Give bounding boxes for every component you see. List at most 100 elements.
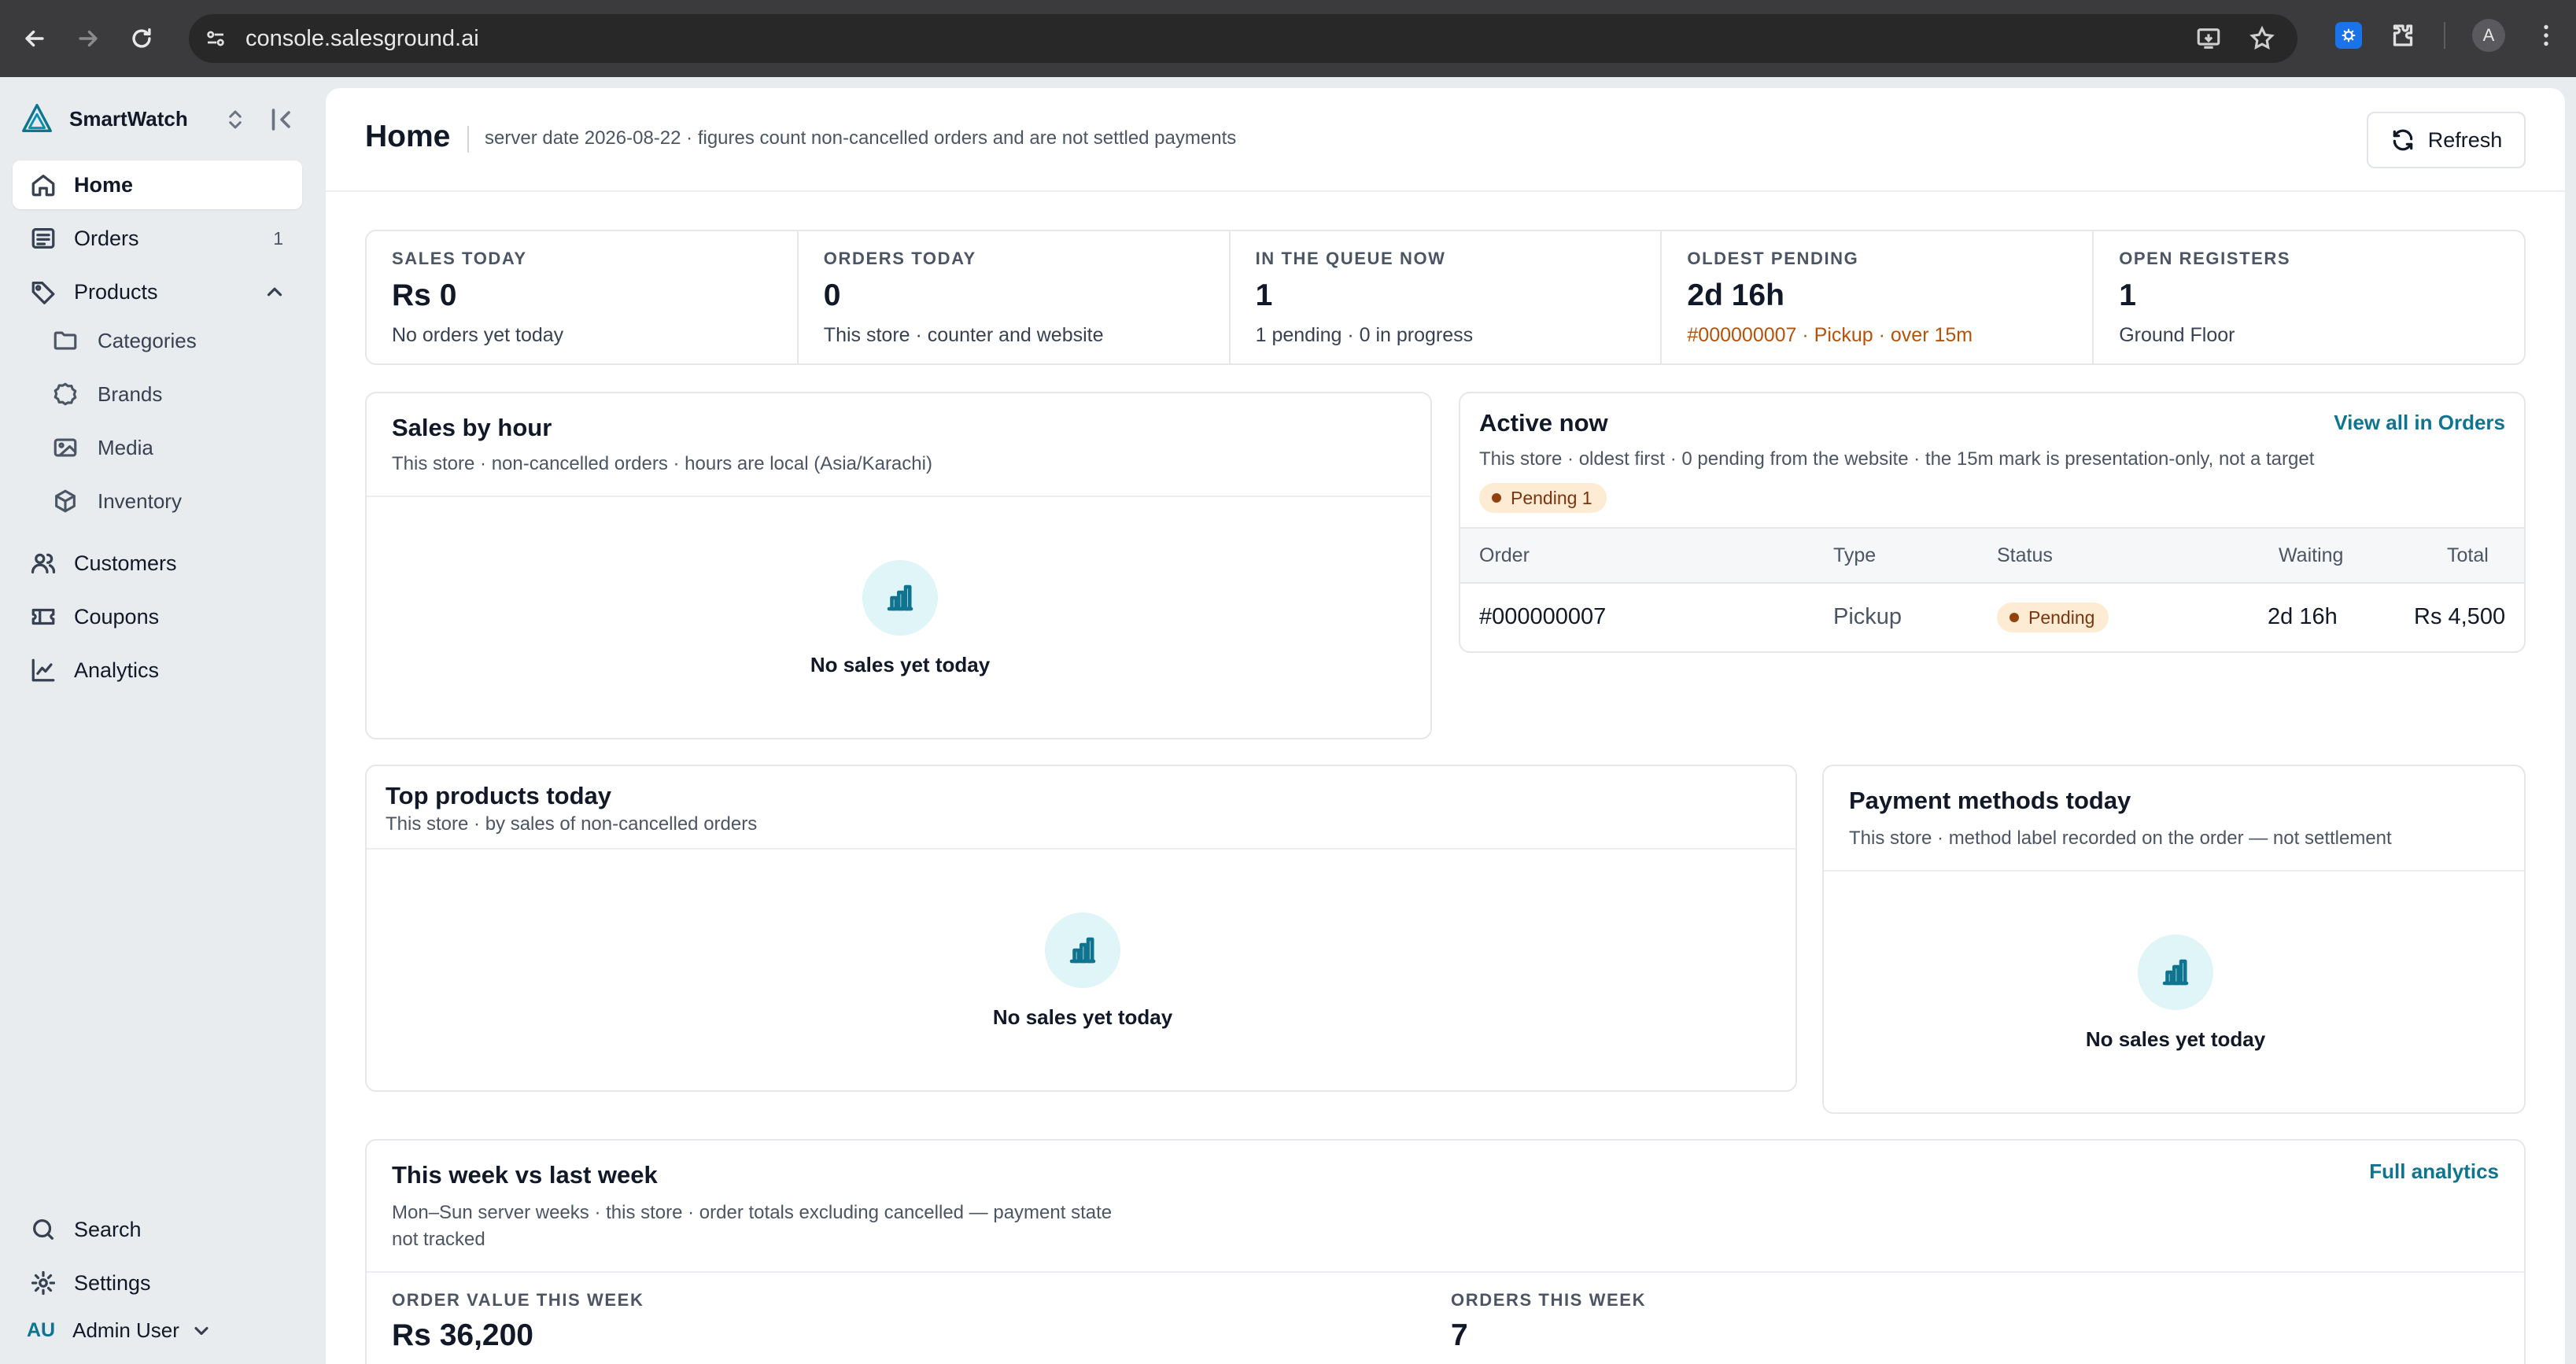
metric-value: 7 — [1451, 1318, 1468, 1352]
reload-button[interactable] — [123, 20, 161, 57]
chevron-up-icon[interactable] — [263, 280, 286, 304]
box-icon — [50, 486, 80, 516]
url-text[interactable]: console.salesground.ai — [245, 26, 479, 52]
card-subtitle: This store · oldest first · 0 pending fr… — [1479, 448, 2315, 470]
forward-button[interactable] — [69, 20, 107, 57]
arrow-left-icon — [25, 30, 44, 47]
refresh-icon — [2393, 129, 2412, 151]
card-subtitle: This store · non-cancelled orders · hour… — [392, 453, 932, 474]
metric-value: Rs 36,200 — [392, 1318, 533, 1352]
profile-avatar[interactable]: A — [2472, 19, 2505, 52]
sidebar-item-inventory[interactable]: Inventory — [50, 477, 302, 525]
orders-count-badge: 1 — [273, 227, 283, 249]
empty-state-text: No sales yet today — [810, 653, 991, 676]
sidebar-item-home[interactable]: Home — [13, 160, 302, 209]
bar-chart-icon — [1045, 912, 1120, 988]
stat-subtext: No orders yet today — [392, 324, 564, 346]
extension-icon[interactable] — [2335, 22, 2362, 49]
install-app-icon[interactable] — [2195, 25, 2222, 52]
table-row[interactable]: #000000007 Pickup Pending 2d 16h Rs 4,50… — [1460, 584, 2524, 651]
puzzle-extensions-icon[interactable] — [2389, 21, 2417, 50]
stat-sales-today: SALES TODAY Rs 0 No orders yet today — [367, 231, 799, 363]
stat-subtext-warning[interactable]: #000000007 · Pickup · over 15m — [1687, 324, 2092, 347]
stat-subtext: Ground Floor — [2119, 324, 2235, 346]
card-divider — [1824, 870, 2524, 872]
back-button[interactable] — [16, 20, 54, 57]
stats-row: SALES TODAY Rs 0 No orders yet today ORD… — [365, 230, 2526, 365]
col-total[interactable]: Total — [2447, 544, 2489, 567]
badge-icon — [50, 379, 80, 409]
card-title: Payment methods today — [1849, 787, 2131, 814]
card-subtitle: This store · by sales of non-cancelled o… — [386, 813, 758, 835]
top-products-card: Top products today This store · by sales… — [365, 765, 1797, 1092]
col-order[interactable]: Order — [1479, 544, 1530, 567]
status-badge: Pending — [1997, 603, 2109, 632]
tag-icon — [28, 277, 58, 307]
store-switcher-button[interactable] — [223, 105, 247, 134]
cell-total: Rs 4,500 — [2414, 604, 2506, 629]
sidebar-settings[interactable]: Settings — [13, 1259, 302, 1307]
card-divider — [367, 848, 1795, 850]
sidebar-item-label: Home — [74, 172, 134, 197]
card-title: Active now — [1479, 409, 1608, 437]
stat-value: 2d 16h — [1687, 278, 1784, 312]
collapse-sidebar-button[interactable] — [268, 105, 296, 134]
sidebar-item-orders[interactable]: Orders 1 — [13, 214, 302, 263]
empty-state-text: No sales yet today — [2085, 1027, 2266, 1051]
cell-order[interactable]: #000000007 — [1479, 604, 1606, 630]
col-type[interactable]: Type — [1833, 544, 1876, 567]
sidebar-item-label: Products — [74, 279, 158, 304]
cell-waiting: 2d 16h — [2268, 604, 2338, 629]
reload-icon — [132, 28, 151, 48]
stat-label: SALES TODAY — [392, 249, 527, 268]
stat-label: OLDEST PENDING — [1687, 249, 1859, 268]
badge-text: Pending 1 — [1511, 487, 1592, 508]
chevron-down-icon — [190, 1320, 212, 1342]
card-subtitle: This store · method label recorded on th… — [1849, 828, 2392, 849]
sidebar-item-media[interactable]: Media — [50, 423, 302, 472]
full-analytics-link[interactable]: Full analytics — [2369, 1159, 2499, 1184]
sidebar-item-label: Search — [74, 1217, 142, 1241]
sidebar-item-analytics[interactable]: Analytics — [13, 646, 302, 695]
card-divider — [367, 496, 1430, 497]
ticket-icon — [28, 602, 58, 632]
active-now-card: Active now View all in Orders This store… — [1459, 392, 2526, 653]
brand[interactable]: SmartWatch — [19, 101, 188, 137]
user-menu[interactable]: AU Admin User — [27, 1318, 212, 1343]
sidebar-item-coupons[interactable]: Coupons — [13, 592, 302, 641]
stat-subtext: This store · counter and website — [823, 324, 1104, 346]
stat-value: Rs 0 — [392, 278, 457, 312]
stat-label: OPEN REGISTERS — [2119, 249, 2291, 268]
col-waiting[interactable]: Waiting — [2279, 544, 2343, 567]
sidebar: SmartWatch Home Orders 1 Products Catego… — [0, 77, 326, 1364]
table-header: Order Type Status Waiting Total — [1460, 527, 2524, 584]
site-settings-icon[interactable] — [200, 23, 231, 54]
users-icon — [28, 548, 58, 578]
image-icon — [50, 433, 80, 463]
address-bar[interactable]: console.salesground.ai — [189, 14, 2297, 63]
cell-type: Pickup — [1833, 604, 1902, 629]
sidebar-item-customers[interactable]: Customers — [13, 539, 302, 588]
orders-icon — [28, 223, 58, 253]
stat-queue-now: IN THE QUEUE NOW 1 1 pending · 0 in prog… — [1231, 231, 1663, 363]
sidebar-search[interactable]: Search — [13, 1205, 302, 1254]
refresh-button[interactable]: Refresh — [2367, 112, 2526, 168]
sidebar-item-categories[interactable]: Categories — [50, 316, 302, 365]
view-all-orders-link[interactable]: View all in Orders — [2334, 411, 2505, 435]
sales-by-hour-card: Sales by hour This store · non-cancelled… — [365, 392, 1432, 739]
metric-label: ORDER VALUE THIS WEEK — [392, 1290, 644, 1310]
sidebar-item-label: Brands — [98, 382, 163, 406]
folder-icon — [50, 326, 80, 356]
stat-label: ORDERS TODAY — [823, 249, 976, 268]
sidebar-item-brands[interactable]: Brands — [50, 370, 302, 418]
bookmark-star-icon[interactable] — [2249, 25, 2275, 52]
col-status[interactable]: Status — [1997, 544, 2053, 567]
stat-value: 0 — [823, 278, 841, 312]
metric-orders-count: ORDERS THIS WEEK 7 — [1426, 1273, 2485, 1364]
more-menu-icon[interactable] — [2532, 21, 2560, 50]
pending-badge[interactable]: Pending 1 — [1479, 483, 1607, 513]
card-subtitle-continued: not tracked — [392, 1229, 485, 1250]
avatar: AU — [27, 1319, 56, 1341]
empty-state: No sales yet today — [925, 912, 1240, 1030]
sidebar-item-products[interactable]: Products — [13, 267, 302, 316]
